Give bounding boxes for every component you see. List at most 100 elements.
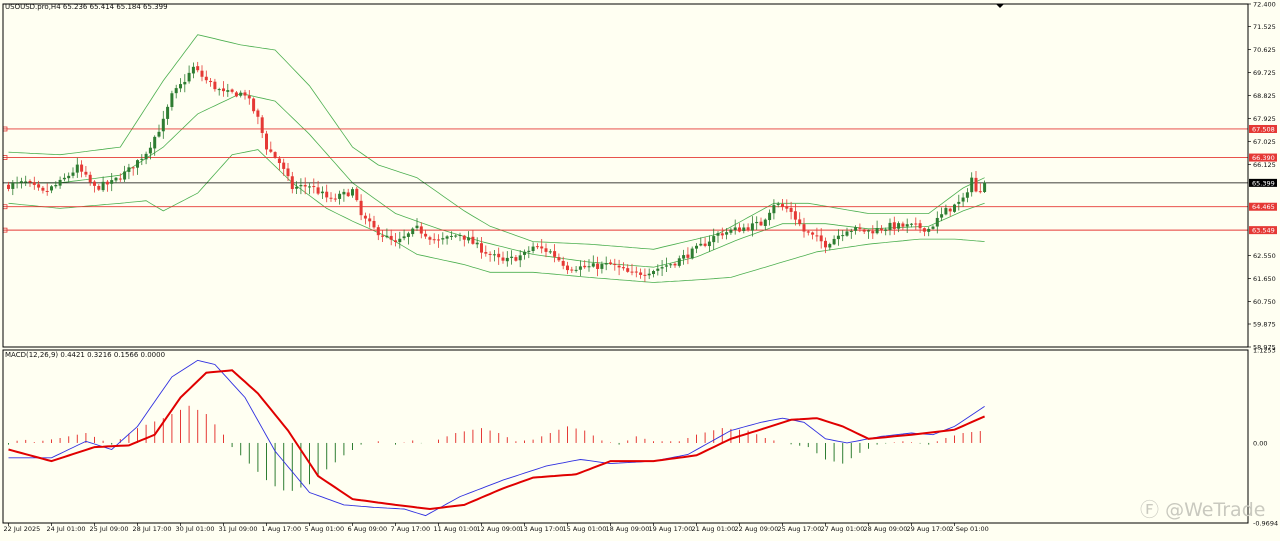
price-tick-label: 70.625: [1253, 46, 1276, 54]
candle-body: [531, 246, 535, 252]
candle-body: [897, 223, 901, 229]
candle-body: [269, 149, 273, 152]
date-tick-label: 31 Jul 09:00: [219, 525, 258, 533]
date-tick-label: 27 Aug 01:00: [821, 525, 865, 533]
candle-body: [746, 227, 750, 230]
candle-body: [308, 186, 311, 188]
candle-body: [879, 228, 883, 231]
candle-body: [11, 183, 15, 189]
candle-body: [690, 248, 694, 259]
candle-body: [927, 228, 931, 232]
candle-body: [944, 208, 948, 215]
level-label: 64.465: [1252, 203, 1275, 211]
candle-body: [505, 257, 509, 262]
candle-body: [256, 110, 260, 117]
level-label: 63.549: [1252, 227, 1275, 235]
candle-body: [669, 264, 673, 266]
candle: [273, 151, 277, 159]
candle-body: [200, 70, 204, 77]
candle-body: [587, 266, 591, 268]
candle-body: [918, 223, 922, 229]
price-tick-label: 68.825: [1253, 92, 1276, 100]
candle-body: [432, 239, 436, 241]
candle-body: [540, 246, 544, 249]
candle-body: [768, 212, 772, 221]
candle-body: [398, 238, 402, 243]
candle-body: [342, 191, 346, 195]
candle-body: [983, 182, 987, 193]
candle-body: [609, 262, 612, 265]
candle-body: [312, 186, 316, 188]
candle-body: [148, 147, 152, 154]
candle-body: [578, 266, 582, 270]
candle-body: [854, 227, 858, 231]
candle-body: [282, 162, 286, 169]
candle-body: [492, 254, 496, 256]
candle-body: [290, 176, 294, 190]
candle-body: [535, 246, 539, 248]
date-tick-label: 22 Jul 2025: [4, 525, 41, 533]
candle-body: [355, 188, 359, 201]
candle-body: [613, 263, 617, 265]
candle-body: [41, 187, 45, 191]
candle-body: [802, 224, 806, 232]
candle-body: [475, 242, 479, 245]
candle-body: [183, 81, 187, 85]
candle-body: [931, 226, 935, 229]
date-tick-label: 13 Aug 17:00: [520, 525, 564, 533]
date-tick-label: 28 Aug 09:00: [864, 525, 908, 533]
candle-body: [750, 223, 754, 231]
candle-body: [277, 158, 281, 164]
candle-body: [733, 227, 737, 230]
candle-body: [213, 81, 217, 90]
candle-body: [273, 152, 277, 158]
candle-body: [239, 92, 243, 96]
level-label: 67.508: [1252, 125, 1275, 133]
candle: [355, 186, 359, 202]
price-tick-label: 61.650: [1253, 275, 1276, 283]
candle-body: [114, 177, 118, 181]
date-tick-label: 21 Aug 01:00: [692, 525, 736, 533]
candle-body: [458, 234, 462, 236]
candle-body: [209, 80, 213, 83]
candle-body: [204, 76, 208, 81]
ohlc-readout: 65.236 65.414 65.184 65.399: [62, 3, 168, 11]
candle-body: [858, 227, 862, 229]
candle-body: [682, 255, 686, 259]
candle-body: [325, 191, 329, 198]
candle-body: [424, 233, 428, 237]
candle-body: [437, 239, 440, 241]
candle-body: [488, 253, 492, 255]
candle-body: [699, 243, 703, 246]
candle-body: [441, 238, 445, 240]
candle-body: [871, 231, 875, 234]
candle-body: [656, 268, 660, 271]
candle-body: [32, 182, 36, 185]
candle-body: [428, 237, 432, 240]
price-tick-label: 71.525: [1253, 23, 1276, 31]
candle-body: [84, 171, 88, 175]
candle-body: [136, 160, 139, 168]
candle-body: [867, 230, 870, 232]
watermark: Ⓕ @WeTrade: [1140, 495, 1265, 522]
price-tick-label: 59.875: [1253, 321, 1276, 329]
candle-body: [789, 207, 793, 212]
candle-body: [712, 236, 716, 243]
candle-body: [660, 267, 664, 269]
date-tick-label: 28 Jul 17:00: [133, 525, 172, 533]
chart-background: [0, 0, 1280, 537]
price-tick-label: 67.025: [1253, 138, 1276, 146]
candle-body: [123, 171, 127, 180]
candle-body: [841, 235, 845, 237]
date-tick-label: 22 Aug 09:00: [735, 525, 779, 533]
candle-body: [759, 221, 763, 226]
symbol-timeframe: USOUSD.pro,H4: [5, 3, 61, 11]
candle-body: [639, 272, 643, 275]
candle-body: [19, 181, 23, 183]
candle-body: [725, 232, 729, 235]
candle-body: [54, 184, 58, 187]
candle-body: [643, 274, 647, 276]
candle-body: [716, 233, 720, 236]
candle-body: [514, 257, 518, 261]
price-tick-label: 67.925: [1253, 115, 1276, 123]
